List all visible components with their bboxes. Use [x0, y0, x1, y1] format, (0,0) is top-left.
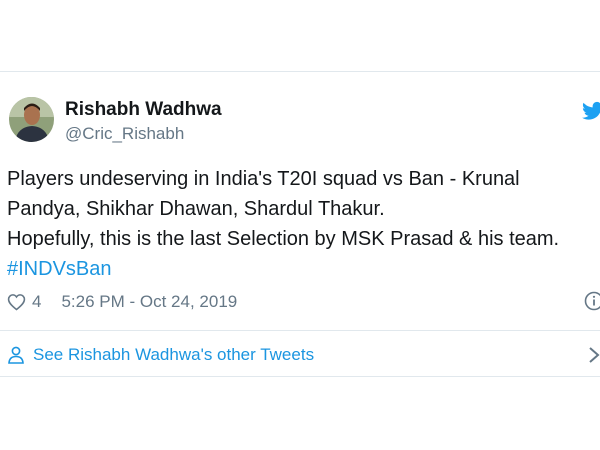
twitter-bird-icon[interactable]: [582, 101, 600, 121]
heart-icon[interactable]: [7, 293, 26, 311]
tweet-meta: 4 5:26 PM - Oct 24, 2019: [7, 291, 237, 313]
like-count[interactable]: 4: [32, 292, 41, 312]
other-tweets-label[interactable]: See Rishabh Wadhwa's other Tweets: [33, 345, 314, 365]
chevron-right-icon[interactable]: [588, 346, 600, 364]
other-tweets-link[interactable]: See Rishabh Wadhwa's other Tweets: [7, 344, 314, 366]
hashtag-link[interactable]: #INDVsBan: [7, 254, 592, 284]
author-handle[interactable]: @Cric_Rishabh: [65, 124, 184, 144]
tweet-text-line: Pandya, Shikhar Dhawan, Shardul Thakur.: [7, 198, 385, 220]
tweet-timestamp[interactable]: 5:26 PM - Oct 24, 2019: [61, 292, 237, 312]
avatar[interactable]: [9, 97, 54, 142]
tweet-text-line: Hopefully, this is the last Selection by…: [7, 228, 560, 250]
info-icon[interactable]: [584, 291, 600, 311]
person-icon: [8, 346, 24, 364]
embedded-tweet-card: Rishabh Wadhwa @Cric_Rishabh Players und…: [0, 71, 600, 377]
tweet-text-line: Players undeserving in India's T20I squa…: [7, 168, 520, 190]
tweet-text: Players undeserving in India's T20I squa…: [7, 164, 592, 284]
avatar-image: [9, 97, 54, 142]
author-name[interactable]: Rishabh Wadhwa: [65, 99, 222, 121]
divider: [0, 330, 600, 331]
